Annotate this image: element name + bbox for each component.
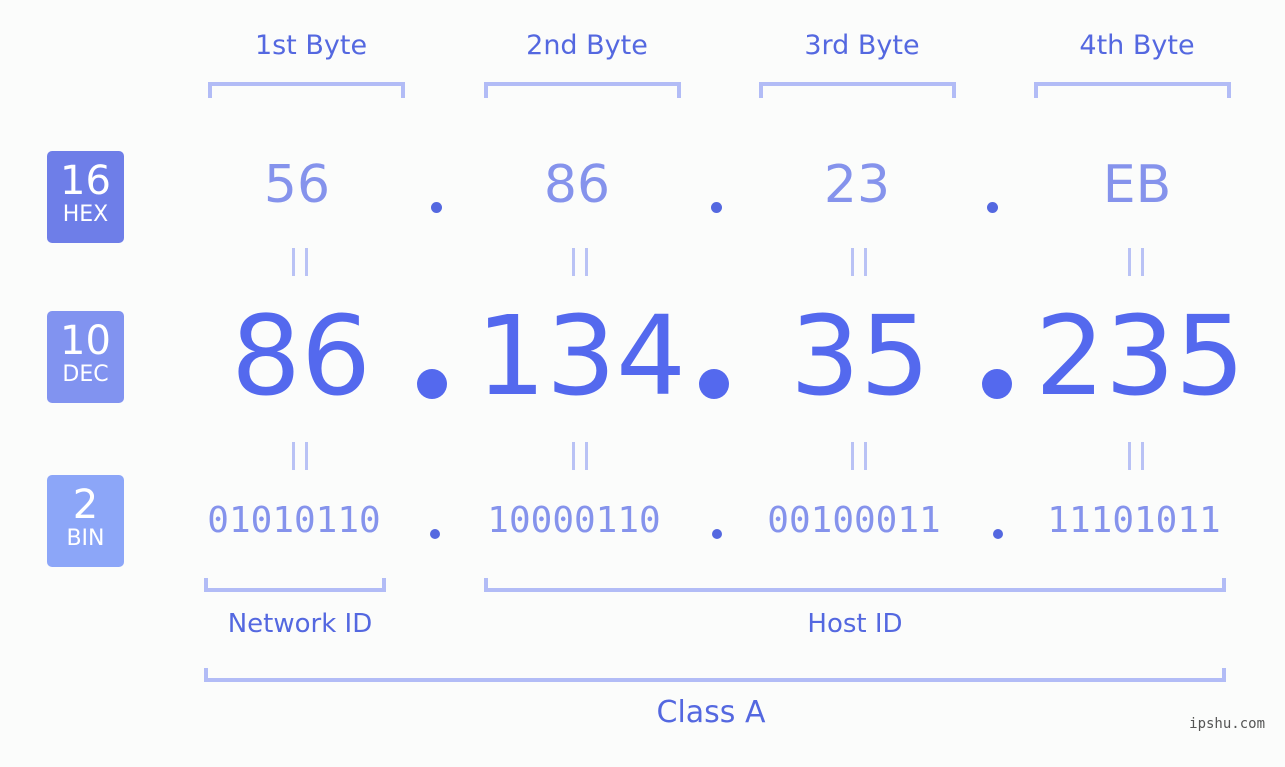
class-label: Class A bbox=[656, 695, 766, 730]
byte-header-1: 1st Byte bbox=[254, 30, 368, 61]
equals-icon bbox=[292, 248, 308, 276]
byte-bracket-4 bbox=[1034, 82, 1231, 98]
dec-value-3: 35 bbox=[790, 292, 930, 420]
hex-badge: 16 HEX bbox=[47, 151, 124, 243]
equals-icon bbox=[851, 248, 867, 276]
dec-separator-dot bbox=[699, 369, 729, 399]
bin-value-2: 10000110 bbox=[487, 500, 661, 541]
equals-icon bbox=[1128, 442, 1144, 470]
hex-separator-dot bbox=[711, 202, 722, 213]
equals-icon bbox=[1128, 248, 1144, 276]
hex-separator-dot bbox=[987, 202, 998, 213]
host-id-bracket bbox=[484, 578, 1226, 592]
host-id-label: Host ID bbox=[807, 609, 903, 639]
bin-separator-dot bbox=[430, 529, 440, 539]
bin-separator-dot bbox=[993, 529, 1003, 539]
bin-value-1: 01010110 bbox=[207, 500, 381, 541]
bin-badge-base: 2 bbox=[72, 482, 99, 528]
hex-value-3: 23 bbox=[823, 155, 891, 215]
equals-icon bbox=[851, 442, 867, 470]
equals-icon bbox=[572, 248, 588, 276]
hex-value-2: 86 bbox=[543, 155, 611, 215]
byte-header-3: 3rd Byte bbox=[804, 30, 920, 61]
byte-header-4: 4th Byte bbox=[1079, 30, 1195, 61]
dec-value-1: 86 bbox=[231, 292, 371, 420]
dec-badge-label: DEC bbox=[62, 362, 109, 387]
class-bracket bbox=[204, 668, 1226, 682]
byte-bracket-3 bbox=[759, 82, 956, 98]
bin-separator-dot bbox=[712, 529, 722, 539]
equals-icon bbox=[572, 442, 588, 470]
hex-badge-base: 16 bbox=[60, 158, 111, 204]
bin-value-4: 11101011 bbox=[1047, 500, 1221, 541]
network-id-bracket bbox=[204, 578, 386, 592]
hex-value-1: 56 bbox=[263, 155, 331, 215]
equals-icon bbox=[292, 442, 308, 470]
dec-separator-dot bbox=[417, 369, 447, 399]
byte-header-2: 2nd Byte bbox=[526, 30, 648, 61]
bin-badge-label: BIN bbox=[66, 526, 105, 551]
byte-bracket-2 bbox=[484, 82, 681, 98]
watermark: ipshu.com bbox=[1189, 716, 1265, 732]
dec-badge-base: 10 bbox=[60, 318, 111, 364]
bin-value-3: 00100011 bbox=[767, 500, 941, 541]
hex-badge-label: HEX bbox=[62, 202, 109, 227]
bin-badge: 2 BIN bbox=[47, 475, 124, 567]
dec-value-2: 134 bbox=[476, 292, 686, 420]
dec-value-4: 235 bbox=[1035, 292, 1245, 420]
dec-separator-dot bbox=[982, 369, 1012, 399]
hex-value-4: EB bbox=[1102, 155, 1172, 215]
dec-badge: 10 DEC bbox=[47, 311, 124, 403]
hex-separator-dot bbox=[431, 202, 442, 213]
byte-bracket-1 bbox=[208, 82, 405, 98]
network-id-label: Network ID bbox=[227, 609, 373, 639]
